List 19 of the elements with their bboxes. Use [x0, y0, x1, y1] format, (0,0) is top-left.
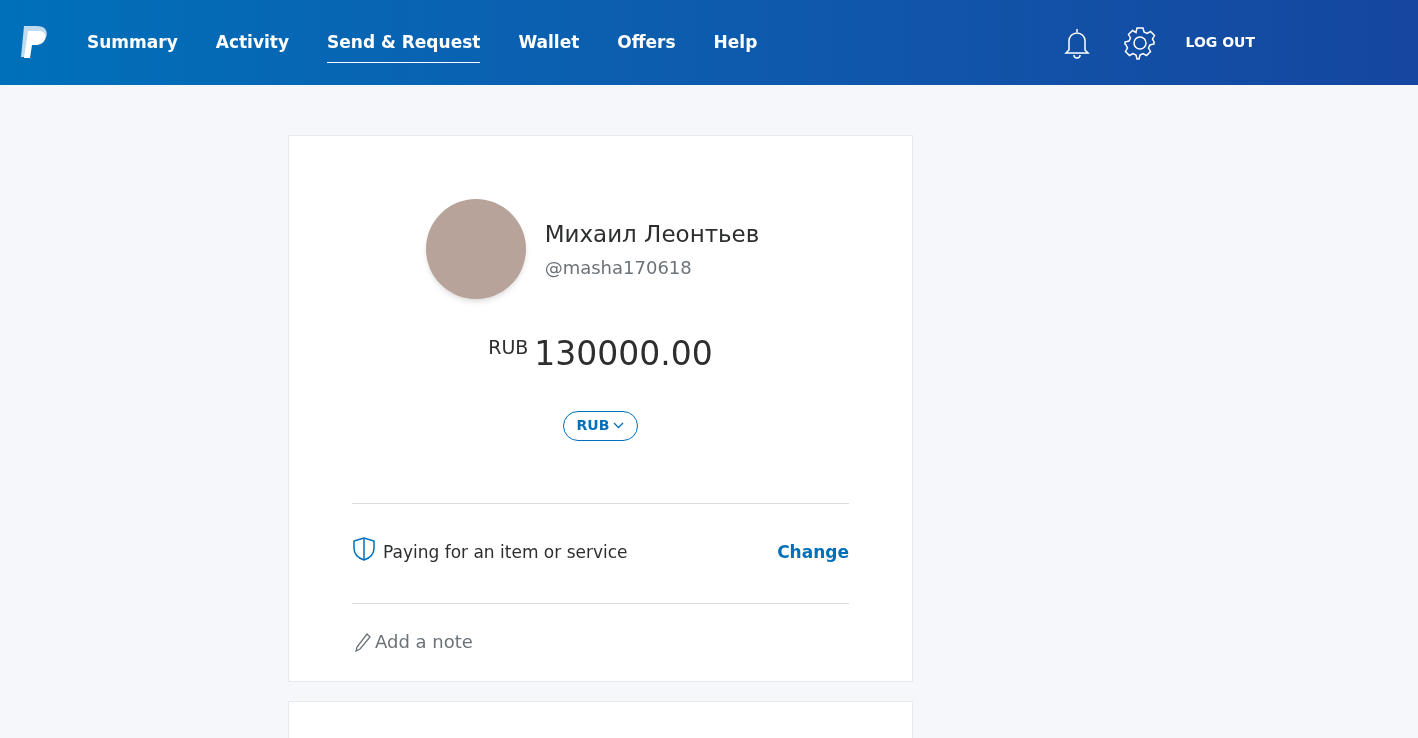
note-field[interactable]: Add a note	[375, 628, 675, 655]
amount-value: 130000.00	[534, 333, 713, 375]
nav-tab[interactable]: Offers	[617, 22, 676, 63]
currency-code: RUB	[488, 335, 529, 360]
notification-bell-icon[interactable]	[1062, 26, 1093, 59]
settings-icon[interactable]	[1123, 25, 1158, 60]
pencil-icon	[355, 631, 371, 652]
nav-tab[interactable]: Summary	[87, 22, 178, 63]
recipient-name: Михаил Леонтьев	[544, 220, 760, 250]
nav-tab[interactable]: Activity	[215, 22, 290, 63]
payment-type-label: Paying for an item or service	[383, 541, 628, 565]
logout-link[interactable]: LOG OUT	[1185, 32, 1255, 53]
shield-icon	[352, 536, 376, 562]
change-link[interactable]: Change	[777, 540, 849, 566]
nav-tab[interactable]: Send & Request	[327, 22, 481, 63]
caret-icon	[613, 422, 625, 429]
nav-tab[interactable]: Wallet	[518, 22, 580, 63]
nav-tab[interactable]: Help	[713, 22, 758, 63]
recipient-handle: @masha170618	[544, 255, 693, 280]
